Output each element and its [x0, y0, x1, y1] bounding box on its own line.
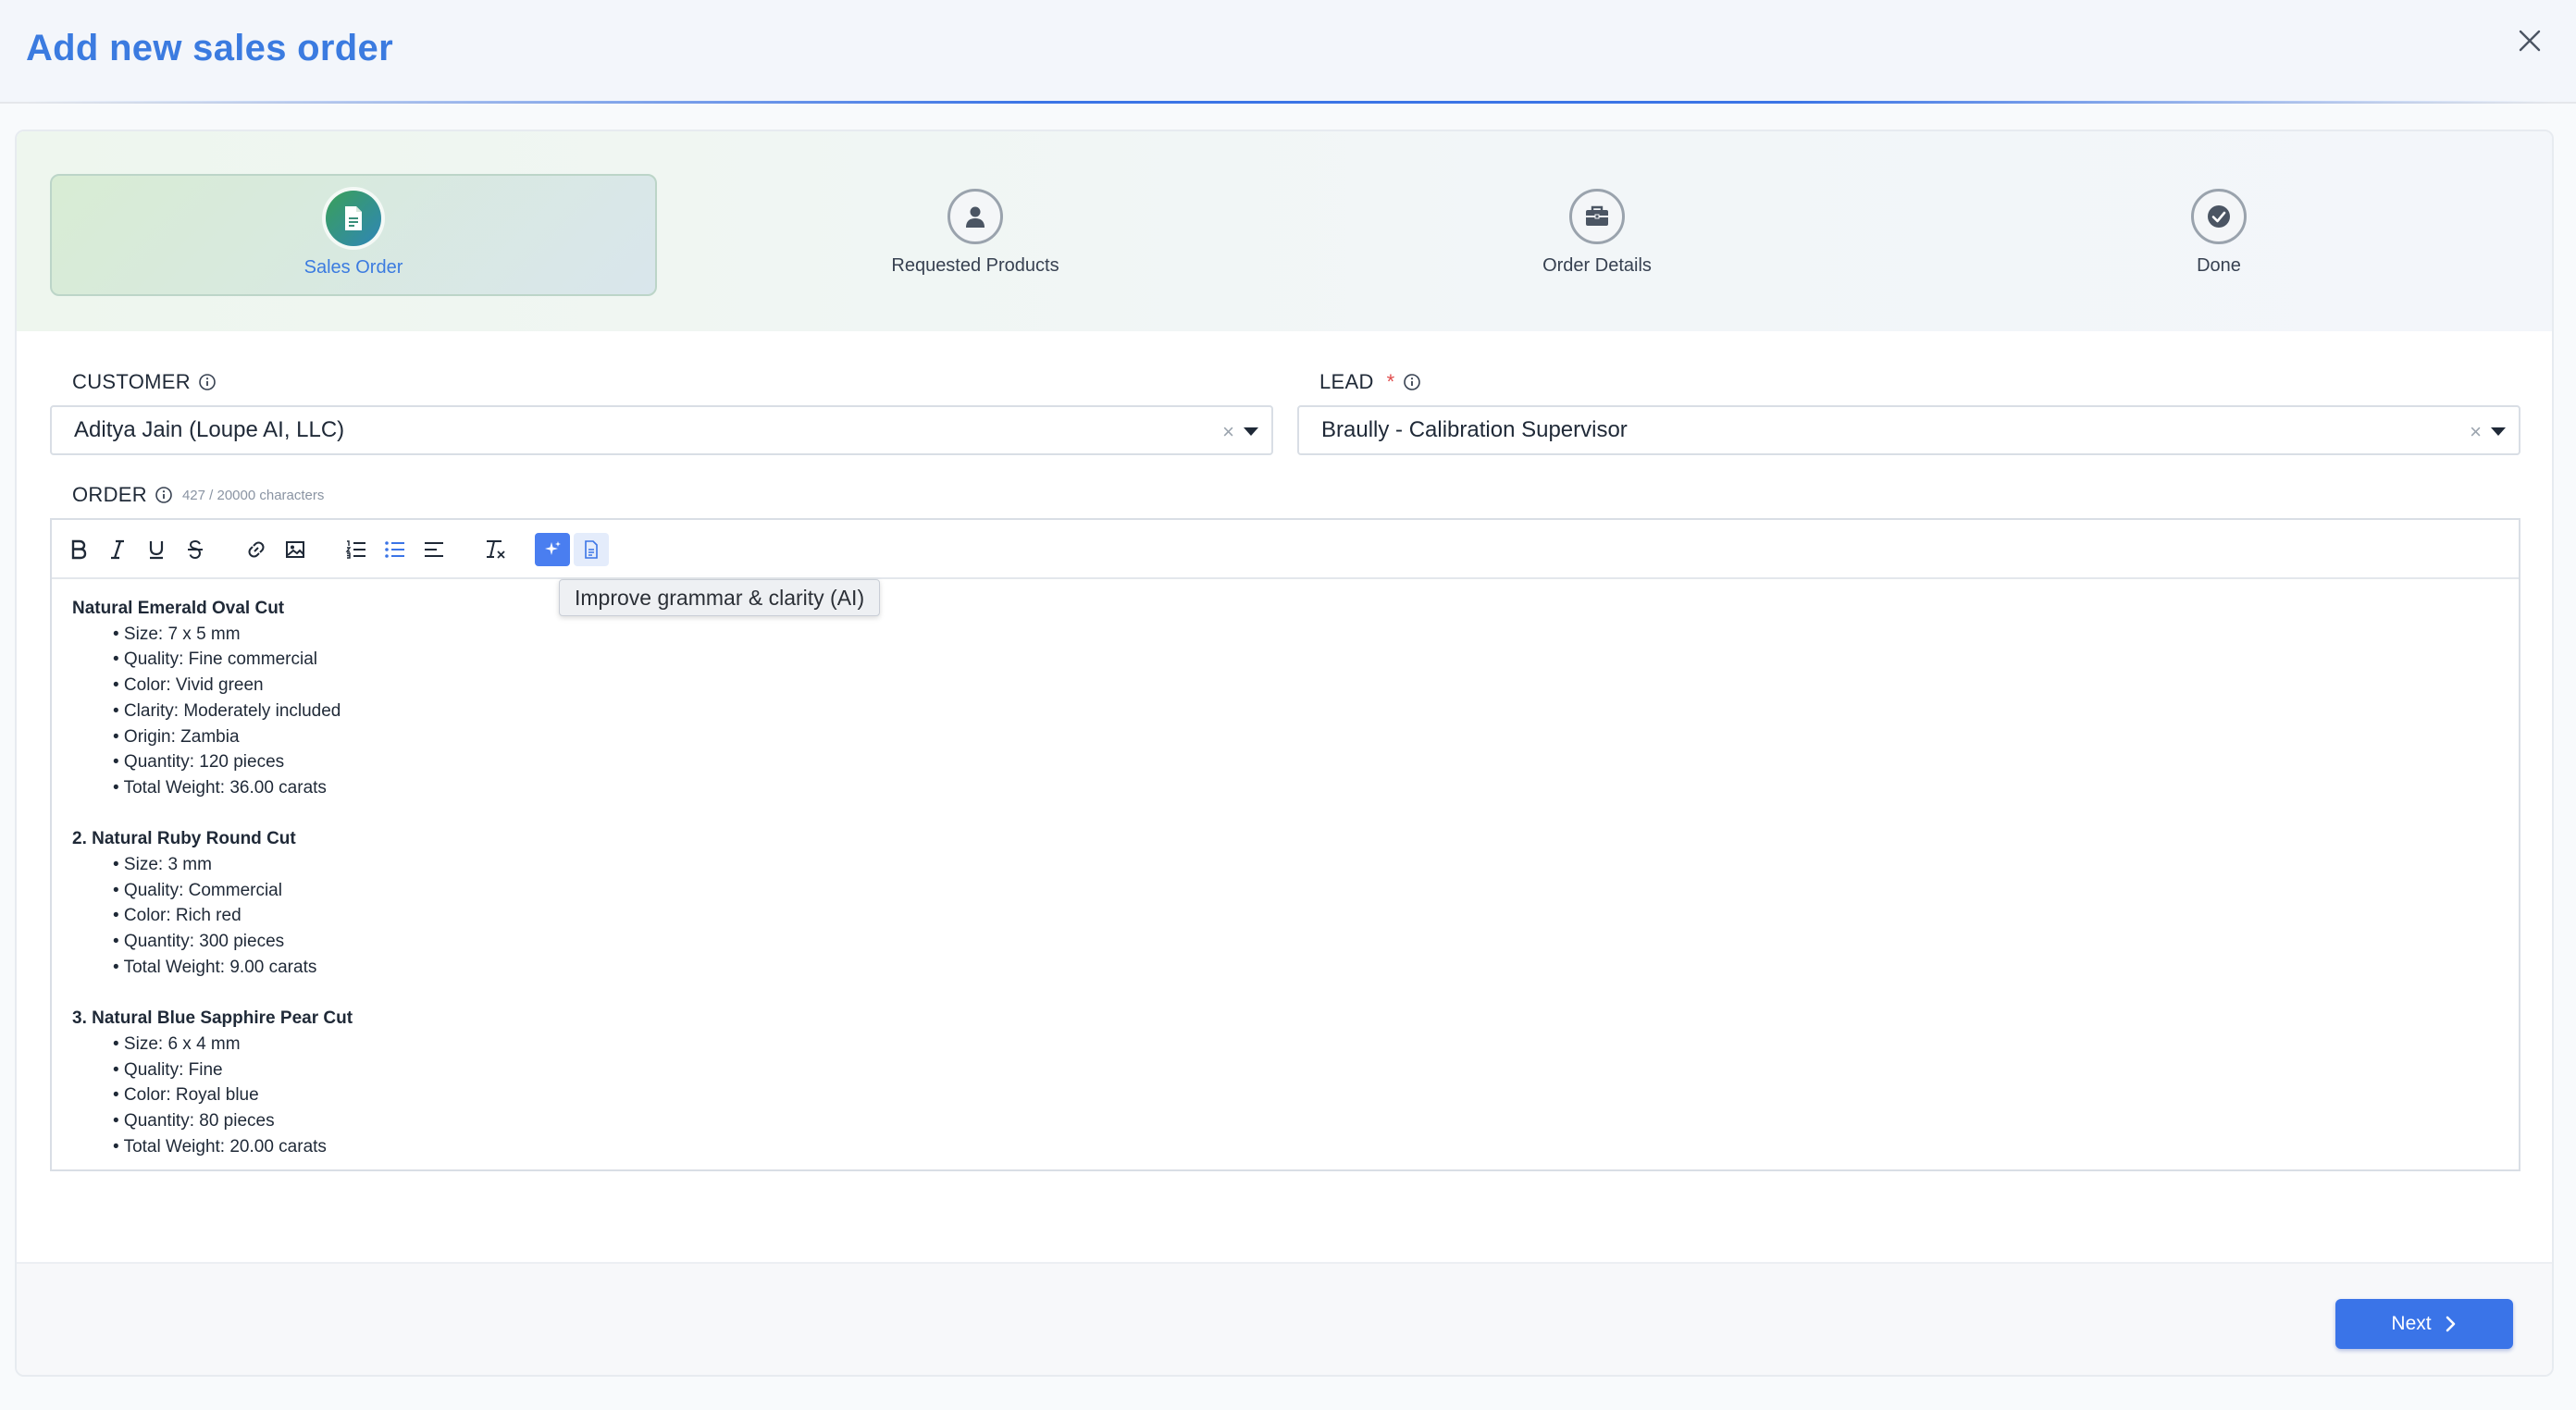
ordered-list-icon	[345, 540, 365, 559]
step-done[interactable]: Done	[1915, 174, 2522, 296]
lead-clear-icon[interactable]: ×	[2470, 420, 2482, 444]
lead-value: Braully - Calibration Supervisor	[1321, 417, 1628, 442]
ai-sparkle-icon	[545, 541, 561, 555]
step-circle	[2191, 189, 2247, 244]
next-button[interactable]: Next	[2335, 1299, 2513, 1349]
strikethrough-button[interactable]	[178, 533, 213, 566]
step-requested-products[interactable]: Requested Products	[672, 174, 1279, 296]
list-item: • Clarity: Moderately included	[113, 700, 341, 721]
bold-button[interactable]	[61, 533, 96, 566]
customer-label-text: CUSTOMER	[72, 370, 191, 393]
clear-format-button[interactable]	[477, 533, 513, 566]
user-icon	[966, 206, 985, 228]
underline-icon	[149, 541, 164, 560]
bullet-list-button[interactable]	[378, 533, 413, 566]
link-button[interactable]	[239, 533, 274, 566]
list-item: • Size: 7 x 5 mm	[113, 624, 241, 644]
list-item: • Total Weight: 20.00 carats	[113, 1136, 327, 1156]
list-item: • Quality: Commercial	[113, 880, 282, 900]
next-label: Next	[2391, 1313, 2432, 1334]
chevron-right-icon	[2446, 1316, 2455, 1332]
list-item: • Total Weight: 36.00 carats	[113, 777, 327, 798]
link-icon	[248, 541, 265, 558]
briefcase-icon	[1586, 205, 1608, 226]
italic-icon	[111, 539, 124, 560]
item-title: 2. Natural Ruby Round Cut	[72, 829, 296, 849]
order-label: ORDER 427 / 20000 characters	[72, 483, 324, 507]
ordered-list-button[interactable]	[339, 533, 374, 566]
item-title: Natural Emerald Oval Cut	[72, 599, 285, 618]
list-item: • Total Weight: 9.00 carats	[113, 957, 317, 977]
step-circle	[947, 189, 1003, 244]
wizard-panel: Sales Order Requested Products Order Det…	[15, 130, 2554, 1377]
list-item: • Size: 3 mm	[113, 855, 212, 875]
check-circle-icon	[2208, 205, 2230, 228]
step-label: Requested Products	[891, 255, 1059, 276]
chevron-down-icon[interactable]	[2491, 427, 2506, 436]
bullet-list-icon	[385, 541, 404, 558]
document-button[interactable]	[574, 533, 609, 566]
list-item: • Size: 6 x 4 mm	[113, 1033, 241, 1054]
item-title: 3. Natural Blue Sapphire Pear Cut	[72, 1008, 353, 1029]
strikethrough-icon	[188, 539, 203, 560]
image-button[interactable]	[278, 533, 313, 566]
ai-tooltip: Improve grammar & clarity (AI)	[559, 579, 881, 616]
step-label: Done	[2197, 255, 2241, 276]
step-circle	[1569, 189, 1625, 244]
list-item: • Quantity: 120 pieces	[113, 752, 285, 773]
document-icon	[345, 206, 362, 230]
list-item: • Quantity: 300 pieces	[113, 932, 285, 952]
order-editor[interactable]: Improve grammar & clarity (AI) Natural E…	[50, 518, 2520, 1171]
info-icon[interactable]	[1403, 373, 1421, 391]
align-button[interactable]	[416, 533, 452, 566]
sales-order-modal: Add new sales order Sales Order Requeste…	[0, 0, 2576, 1410]
info-icon[interactable]	[198, 373, 217, 391]
list-item: • Quality: Fine commercial	[113, 649, 317, 670]
step-sales-order[interactable]: Sales Order	[50, 174, 657, 296]
italic-button[interactable]	[100, 533, 135, 566]
stepper: Sales Order Requested Products Order Det…	[17, 131, 2552, 331]
lead-select[interactable]: Braully - Calibration Supervisor ×	[1297, 405, 2520, 455]
customer-clear-icon[interactable]: ×	[1222, 420, 1234, 444]
list-item: • Quantity: 80 pieces	[113, 1111, 275, 1132]
editor-toolbar	[52, 520, 2519, 579]
list-item: • Color: Royal blue	[113, 1085, 259, 1106]
step-order-details[interactable]: Order Details	[1294, 174, 1901, 296]
customer-label: CUSTOMER	[72, 370, 217, 394]
required-mark: *	[1386, 370, 1395, 393]
modal-header: Add new sales order	[0, 0, 2576, 104]
close-icon	[2519, 30, 2541, 52]
wizard-footer: Next	[17, 1262, 2552, 1375]
list-item: • Quality: Fine	[113, 1059, 223, 1080]
lead-label-text: LEAD	[1319, 370, 1374, 393]
modal-title: Add new sales order	[26, 28, 393, 68]
document-icon	[585, 540, 598, 559]
customer-select[interactable]: Aditya Jain (Loupe AI, LLC) ×	[50, 405, 1273, 455]
char-count: 427 / 20000 characters	[181, 487, 325, 503]
header-accent-line	[26, 101, 2550, 104]
align-icon	[425, 542, 443, 557]
lead-label: LEAD *	[1319, 370, 1421, 394]
step-label: Order Details	[1542, 255, 1652, 276]
step-circle	[326, 191, 381, 246]
order-label-text: ORDER	[72, 483, 147, 506]
close-button[interactable]	[2509, 20, 2550, 61]
list-item: • Origin: Zambia	[113, 726, 240, 747]
list-item: • Color: Vivid green	[113, 675, 264, 696]
order-content[interactable]: Natural Emerald Oval Cut • Size: 7 x 5 m…	[72, 596, 353, 1159]
ai-improve-button[interactable]	[535, 533, 570, 566]
image-icon	[286, 541, 304, 558]
customer-value: Aditya Jain (Loupe AI, LLC)	[74, 417, 345, 442]
list-item: • Color: Rich red	[113, 906, 242, 926]
clear-format-icon	[487, 540, 505, 559]
step-label: Sales Order	[303, 257, 403, 278]
underline-button[interactable]	[139, 533, 174, 566]
info-icon[interactable]	[155, 486, 173, 504]
chevron-down-icon[interactable]	[1244, 427, 1258, 436]
bold-icon	[71, 539, 87, 560]
